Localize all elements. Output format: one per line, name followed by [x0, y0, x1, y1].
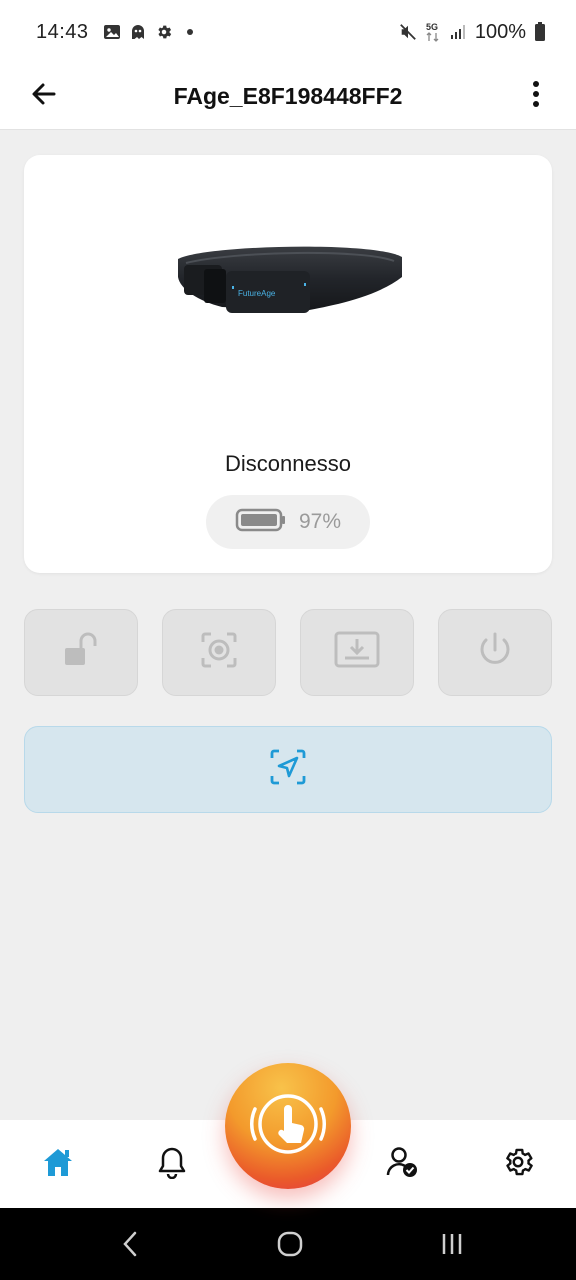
user-check-icon [385, 1145, 419, 1184]
battery-percent: 100% [474, 20, 526, 43]
focus-capture-icon [199, 630, 239, 675]
device-image: FutureAge [174, 241, 406, 331]
power-icon [475, 630, 515, 675]
battery-icon [235, 508, 287, 537]
sos-button[interactable] [225, 1063, 351, 1189]
unlock-icon [61, 630, 101, 675]
locate-device-button[interactable] [24, 726, 552, 813]
device-card: FutureAge Disconnesso 97% [24, 155, 552, 573]
device-battery-percent: 97% [298, 510, 342, 533]
power-button[interactable] [438, 609, 552, 696]
gear-icon [155, 23, 173, 41]
device-actions [24, 609, 552, 697]
connection-status: Disconnesso [225, 451, 351, 476]
navigation-locate-icon [269, 748, 307, 791]
svg-text:FutureAge: FutureAge [238, 289, 276, 298]
download-tray-icon [333, 630, 381, 675]
home-circle-icon [276, 1230, 304, 1263]
dot-icon [181, 23, 199, 41]
recents-icon [438, 1230, 466, 1263]
image-icon [103, 23, 121, 41]
device-battery-badge: 97% [206, 495, 370, 549]
home-icon [41, 1146, 75, 1183]
nav-settings[interactable] [496, 1142, 540, 1186]
5g-icon: 5G [425, 22, 441, 42]
more-menu-button[interactable] [516, 77, 556, 117]
app-bar: FAge_E8F198448FF2 [0, 64, 576, 130]
more-vertical-icon [532, 80, 540, 113]
nav-notifications[interactable] [150, 1142, 194, 1186]
ghost-icon [129, 23, 147, 41]
page-title: FAge_E8F198448FF2 [173, 83, 403, 109]
nav-profile[interactable] [380, 1142, 424, 1186]
svg-text:5G: 5G [426, 22, 438, 32]
status-bar: 14:43 5G 100% [0, 0, 576, 64]
battery-icon [534, 22, 546, 41]
nav-home[interactable] [36, 1142, 80, 1186]
status-time: 14:43 [36, 20, 89, 43]
back-button[interactable] [24, 77, 64, 117]
unlock-button[interactable] [24, 609, 138, 696]
system-recents-button[interactable] [432, 1226, 472, 1266]
system-home-button[interactable] [270, 1226, 310, 1266]
system-nav-bar [0, 1208, 576, 1280]
bell-icon [156, 1145, 188, 1184]
gear-icon [501, 1145, 535, 1184]
mute-icon [399, 23, 417, 41]
capture-button[interactable] [162, 609, 276, 696]
signal-icon [449, 23, 467, 41]
chevron-left-icon [120, 1230, 140, 1263]
arrow-left-icon [30, 80, 58, 113]
download-button[interactable] [300, 609, 414, 696]
sos-touch-icon [243, 1079, 333, 1174]
system-back-button[interactable] [110, 1226, 150, 1266]
